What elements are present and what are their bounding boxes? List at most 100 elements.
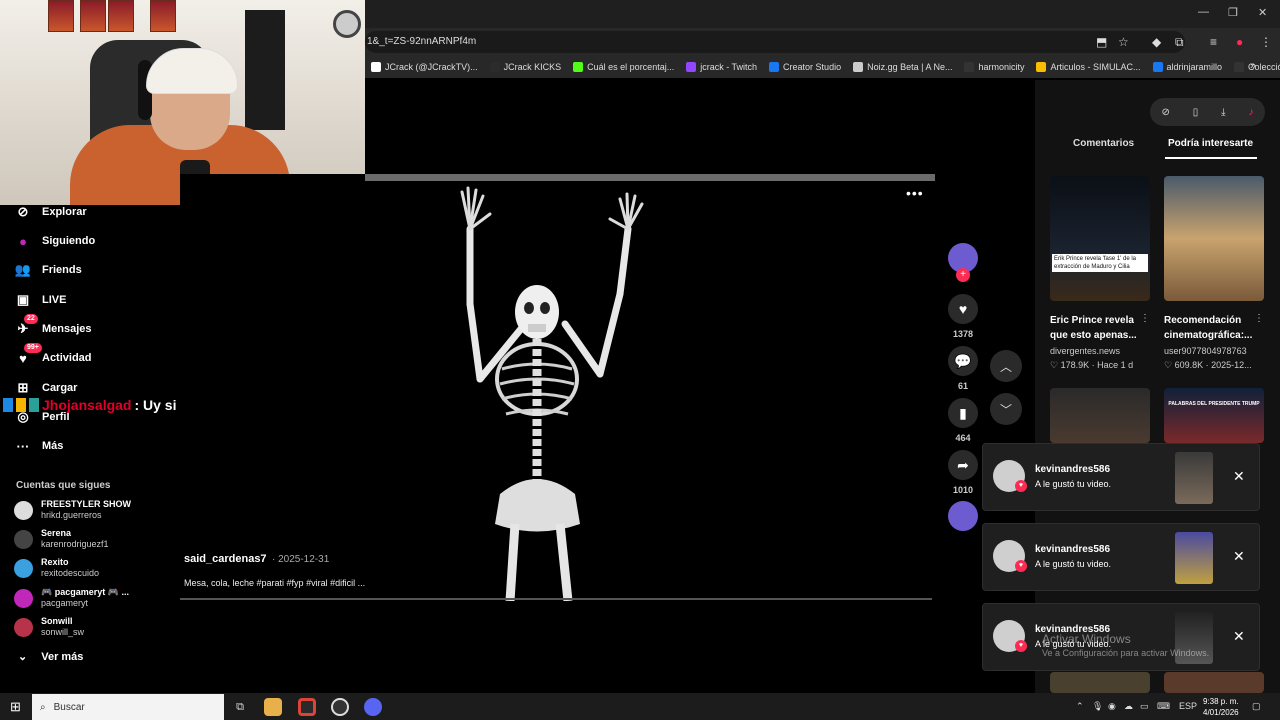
bookmark-item[interactable]: harmonicity: [964, 62, 1024, 72]
active-tab-indicator: [1165, 157, 1257, 159]
bookmarks-overflow-icon[interactable]: »: [1250, 60, 1256, 72]
bookmark-item[interactable]: jcrack - Twitch: [686, 62, 757, 72]
video-player[interactable]: [180, 174, 934, 602]
recommendation-thumbnail[interactable]: [1050, 388, 1150, 443]
browser-menu-icon[interactable]: ⋮: [1260, 35, 1272, 49]
language-indicator[interactable]: ESP: [1179, 701, 1197, 711]
music-disc-avatar[interactable]: [948, 501, 978, 531]
sidebar-item-cargar[interactable]: ⊞ Cargar: [14, 379, 78, 397]
sidebar-item-mensajes[interactable]: ✈ 22 Mensajes: [14, 314, 92, 338]
account-handle: hrikd.guerreros: [41, 510, 102, 520]
following-account[interactable]: FREESTYLER SHOW hrikd.guerreros: [14, 499, 131, 521]
taskbar-clock[interactable]: 9:38 p. m. 4/01/2026: [1203, 696, 1239, 718]
recommendation-title[interactable]: Eric Prince revela que esto apenas...: [1050, 313, 1142, 343]
tray-app-icon[interactable]: ◉: [1108, 701, 1116, 712]
recommendation-title[interactable]: Recomendación cinematográfica:...: [1164, 313, 1256, 343]
more-options-icon[interactable]: •••: [906, 185, 924, 201]
tiktok-logo-icon[interactable]: ♪: [1249, 107, 1254, 118]
bookmark-star-icon[interactable]: ☆: [1118, 35, 1129, 49]
see-more-button[interactable]: ⌄ Ver más: [18, 650, 83, 664]
media-icon[interactable]: ≡: [1210, 35, 1217, 49]
obs-icon[interactable]: [331, 698, 349, 716]
task-view-icon[interactable]: ⧉: [231, 698, 249, 716]
share-button[interactable]: ➦: [948, 450, 978, 480]
save-button[interactable]: ▮: [948, 398, 978, 428]
following-account[interactable]: 🎮 pacgameryt 🎮 ... pacgameryt: [14, 587, 129, 609]
like-button[interactable]: ♥: [948, 294, 978, 324]
bookmark-label: harmonicity: [978, 62, 1025, 72]
close-icon[interactable]: ✕: [1233, 468, 1245, 485]
comment-icon: 💬: [954, 352, 972, 369]
sidebar-item-actividad[interactable]: ♥ 99+ Actividad: [14, 343, 92, 367]
bookmarks-bar: JCrack (@JCrackTV)... JCrack KICKS Cuál es…: [365, 56, 1280, 78]
more-vertical-icon[interactable]: ⋮: [1254, 313, 1264, 324]
bookmark-favicon-icon: [371, 62, 381, 72]
sidebar-item-friends[interactable]: 👥 Friends: [14, 261, 82, 279]
bookmark-item[interactable]: aldrinjaramillo: [1152, 62, 1222, 72]
tray-keyboard-icon[interactable]: ⌨: [1157, 701, 1170, 712]
taskbar-search[interactable]: ⌕ Buscar: [32, 694, 224, 720]
following-account[interactable]: Sonwill sonwill_sw: [14, 616, 84, 638]
close-window-icon[interactable]: ✕: [1258, 6, 1267, 19]
compass-icon[interactable]: ⊘: [1161, 107, 1169, 118]
recommendation-thumbnail[interactable]: PALABRAS DEL PRESIDENTE TRUMP: [1164, 388, 1264, 443]
tray-mic-icon[interactable]: 🎙: [1092, 701, 1103, 712]
bookmark-item[interactable]: JCrack (@JCrackTV)...: [371, 62, 478, 72]
tray-network-icon[interactable]: ▭: [1140, 701, 1149, 712]
recommendation-thumbnail[interactable]: [1164, 176, 1264, 301]
file-explorer-icon[interactable]: [264, 698, 282, 716]
url-field[interactable]: 1&_t=ZS-92nnARNPf4m: [365, 31, 1185, 53]
windows-activation-title: Activar Windows: [1042, 632, 1131, 646]
recommendation-thumbnail[interactable]: [1050, 672, 1150, 693]
tab-recommendations[interactable]: Podría interesarte: [1168, 138, 1253, 149]
account-handle: pacgameryt: [41, 598, 89, 608]
following-account[interactable]: Serena karenrodriguezf1: [14, 528, 109, 550]
sidebar-item-siguiendo[interactable]: ● Siguiendo: [14, 232, 95, 250]
like-notification[interactable]: ♥ kevinandres586 A le gustó tu video. ✕: [982, 523, 1260, 591]
following-account[interactable]: Rexito rexitodescuido: [14, 557, 99, 579]
sidebar-item-más[interactable]: ··· Más: [14, 437, 64, 455]
previous-video-button[interactable]: ︿: [990, 350, 1022, 382]
next-video-button[interactable]: ﹀: [990, 393, 1022, 425]
like-notification[interactable]: ♥ kevinandres586 A le gustó tu video. ✕: [982, 443, 1260, 511]
sidebar-item-explorar[interactable]: ⊘ Explorar: [14, 203, 87, 221]
account-handle: rexitodescuido: [41, 568, 100, 578]
bookmark-item[interactable]: Cuál es el porcentaj...: [573, 62, 674, 72]
heart-icon: ♥: [1015, 560, 1027, 572]
comment-button[interactable]: 💬: [948, 346, 978, 376]
bookmark-item[interactable]: Creator Studio: [769, 62, 841, 72]
sidebar-item-live[interactable]: ▣ LIVE: [14, 291, 67, 309]
recommendation-thumbnail[interactable]: [1164, 672, 1264, 693]
notification-username: kevinandres586: [1035, 464, 1111, 475]
extension-icon[interactable]: ◆: [1152, 35, 1161, 49]
download-icon[interactable]: ⤓: [1221, 107, 1225, 118]
recommendation-source[interactable]: user9077804978763: [1164, 346, 1247, 356]
follow-plus-icon[interactable]: +: [956, 268, 970, 282]
close-icon[interactable]: ✕: [1233, 548, 1245, 565]
recommendation-source[interactable]: divergentes.news: [1050, 346, 1120, 356]
tray-chevron-icon[interactable]: ⌃: [1076, 701, 1084, 712]
profile-avatar-icon[interactable]: ●: [1236, 35, 1243, 49]
phone-icon[interactable]: ▯: [1193, 107, 1199, 118]
restore-icon[interactable]: ❐: [1228, 6, 1238, 19]
recommendation-thumbnail[interactable]: Erik Prince revela 'fase 1' de la extrac…: [1050, 176, 1150, 301]
bookmark-item[interactable]: Noiz.gg Beta | A Ne...: [853, 62, 952, 72]
bookmark-item[interactable]: JCrack KICKS: [489, 62, 561, 72]
close-icon[interactable]: ✕: [1233, 628, 1245, 645]
more-vertical-icon[interactable]: ⋮: [1140, 313, 1150, 324]
video-author[interactable]: said_cardenas7: [184, 553, 267, 565]
bookmark-item[interactable]: Articulos - SIMULAC...: [1036, 62, 1141, 72]
notification-center-icon[interactable]: ▢: [1252, 701, 1261, 712]
search-placeholder: Buscar: [53, 701, 85, 713]
tab-comments[interactable]: Comentarios: [1073, 138, 1134, 149]
install-icon[interactable]: ⬒: [1096, 35, 1107, 49]
chrome-icon[interactable]: [298, 698, 316, 716]
windows-start-icon[interactable]: ⊞: [10, 699, 21, 715]
puzzle-icon[interactable]: ⧉: [1175, 35, 1184, 50]
video-progress-bar[interactable]: [180, 598, 932, 600]
discord-icon[interactable]: [364, 698, 382, 716]
bookmark-favicon-icon: [853, 62, 864, 72]
bookmark-item[interactable]: Colección de M_blei...: [1234, 62, 1280, 72]
tray-cloud-icon[interactable]: ☁: [1124, 701, 1133, 712]
minimize-icon[interactable]: —: [1198, 6, 1209, 18]
